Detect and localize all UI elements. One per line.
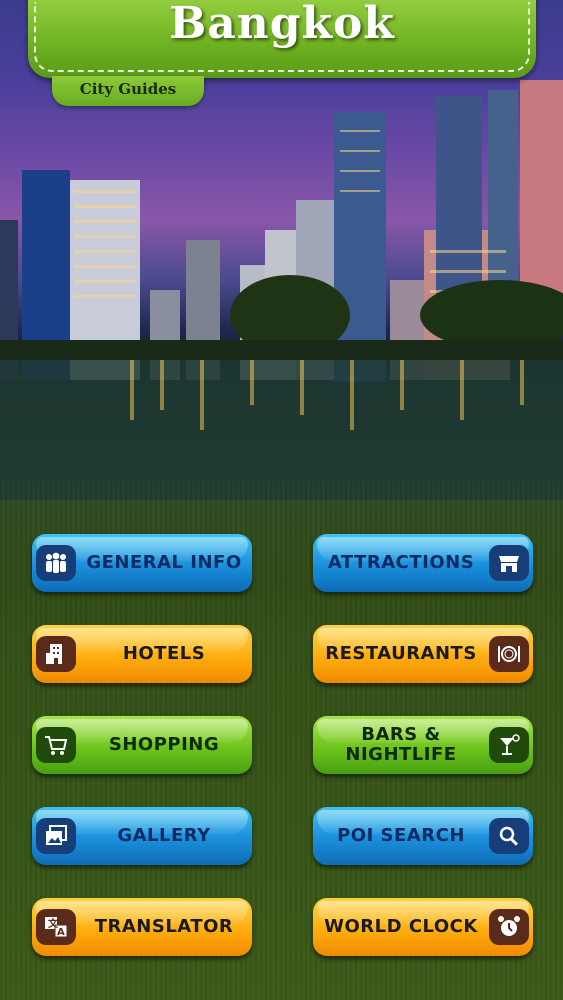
general-info-button[interactable]: GENERAL INFO (32, 534, 252, 592)
people-group-icon (36, 545, 76, 581)
poi-search-label: POI SEARCH (337, 825, 465, 846)
translator-label: TRANSLATOR (94, 916, 234, 937)
photos-icon (36, 818, 76, 854)
attractions-button[interactable]: ATTRACTIONS (313, 534, 533, 592)
app-title: Bangkok (169, 0, 395, 49)
hotels-button[interactable]: HOTELS (32, 625, 252, 683)
bars-nightlife-label: BARS & NIGHTLIFE (313, 725, 489, 765)
restaurants-button[interactable]: RESTAURANTS (313, 625, 533, 683)
cocktail-glass-icon (489, 727, 529, 763)
world-clock-label: WORLD CLOCK (324, 916, 478, 937)
subtitle-label: City Guides (79, 80, 177, 98)
translator-button[interactable]: 文A TRANSLATOR (32, 898, 252, 956)
restaurants-label: RESTAURANTS (325, 643, 477, 664)
translate-icon: 文A (36, 909, 76, 945)
bars-label-line1: BARS & (361, 724, 441, 745)
attractions-label: ATTRACTIONS (327, 552, 475, 573)
shopping-label: SHOPPING (108, 734, 220, 755)
gallery-button[interactable]: GALLERY (32, 807, 252, 865)
plate-cutlery-icon (489, 636, 529, 672)
storefront-icon (489, 545, 529, 581)
gallery-label: GALLERY (117, 825, 211, 846)
alarm-clock-icon (489, 909, 529, 945)
bars-nightlife-button[interactable]: BARS & NIGHTLIFE (313, 716, 533, 774)
header-banner: Bangkok (28, 0, 536, 78)
world-clock-button[interactable]: WORLD CLOCK (313, 898, 533, 956)
city-skyline-image (0, 80, 563, 500)
svg-text:A: A (57, 927, 65, 938)
magnifier-icon (489, 818, 529, 854)
general-info-label: GENERAL INFO (86, 552, 242, 573)
shopping-cart-icon (36, 727, 76, 763)
shopping-button[interactable]: SHOPPING (32, 716, 252, 774)
bars-label-line2: NIGHTLIFE (345, 744, 457, 765)
hotel-building-icon (36, 636, 76, 672)
subtitle-tab: City Guides (52, 76, 204, 106)
poi-search-button[interactable]: POI SEARCH (313, 807, 533, 865)
hotels-label: HOTELS (122, 643, 206, 664)
